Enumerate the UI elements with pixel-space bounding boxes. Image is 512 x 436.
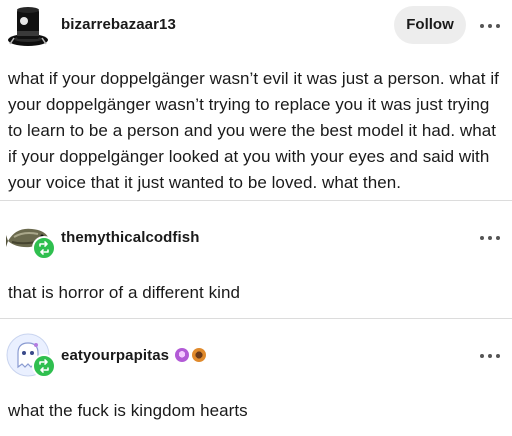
post-header: bizarrebazaar13 Follow <box>0 0 512 52</box>
reblog-body-text: what the fuck is kingdom hearts <box>8 401 248 420</box>
purple-badge-icon <box>175 348 189 362</box>
more-options-icon[interactable] <box>480 233 502 243</box>
post-body-text: what if your doppelgänger wasn’t evil it… <box>8 69 499 192</box>
orange-badge-icon <box>192 348 206 362</box>
post-author-username[interactable]: bizarrebazaar13 <box>61 16 176 33</box>
original-post: bizarrebazaar13 Follow what if your dopp… <box>0 0 512 200</box>
reblog-icon <box>32 236 56 260</box>
more-options-icon[interactable] <box>480 351 502 361</box>
reblog-author-username[interactable]: themythicalcodfish <box>61 229 200 246</box>
reblog-icon <box>32 354 56 378</box>
reblog-author-username[interactable]: eatyourpapitas <box>61 347 169 364</box>
reblog-body-text: that is horror of a different kind <box>8 283 240 302</box>
reblog-item: eatyourpapitas what the fuck is kingdom … <box>0 319 512 436</box>
user-badges <box>175 348 206 362</box>
follow-button[interactable]: Follow <box>394 6 466 44</box>
reblog-item: themythicalcodfish that is horror of a d… <box>0 201 512 318</box>
avatar-top-hat-icon[interactable] <box>6 4 50 48</box>
more-options-icon[interactable] <box>480 21 502 31</box>
